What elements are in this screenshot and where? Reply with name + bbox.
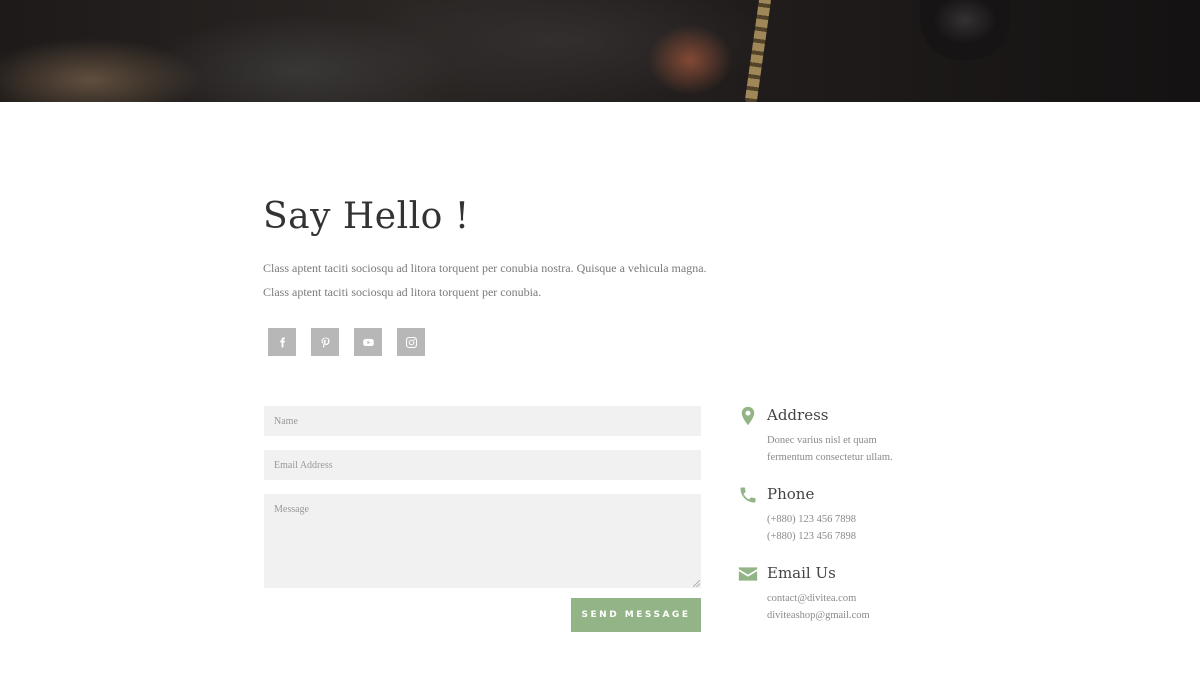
phone-heading: Phone [767,485,815,503]
facebook-icon [279,336,285,348]
hero-decor-chain [744,0,772,102]
contact-phone-block: Phone (+880) 123 456 7898 (+880) 123 456… [738,485,958,555]
intro-text: Class aptent taciti sociosqu ad litora t… [263,261,707,299]
phone-lines: (+880) 123 456 7898 (+880) 123 456 7898 [767,511,947,545]
pinterest-icon [321,336,329,348]
instagram-link[interactable] [397,328,425,356]
contact-email-block: Email Us contact@divitea.com diviteashop… [738,564,958,634]
pinterest-link[interactable] [311,328,339,356]
name-input[interactable] [264,406,701,436]
address-heading: Address [767,406,829,424]
email-lines: contact@divitea.com diviteashop@gmail.co… [767,590,947,624]
phone-icon [738,485,758,505]
message-textarea[interactable] [264,494,701,588]
send-message-button[interactable]: SEND MESSAGE [571,598,701,632]
facebook-link[interactable] [268,328,296,356]
youtube-icon [362,338,374,346]
address-lines: Donec varius nisl et quam fermentum cons… [767,432,947,466]
email-input[interactable] [264,450,701,480]
hero-decor-fabric [920,0,1010,60]
youtube-link[interactable] [354,328,382,356]
address-line-2: fermentum consectetur ullam. [767,452,893,463]
hero-banner-image [0,0,1200,102]
envelope-icon [738,564,758,584]
contact-address-block: Address Donec varius nisl et quam fermen… [738,406,958,476]
instagram-icon [405,336,417,348]
page-title: Say Hello ! [263,196,470,237]
email-line-2[interactable]: diviteashop@gmail.com [767,607,947,624]
address-line-1: Donec varius nisl et quam [767,435,877,446]
phone-line-2[interactable]: (+880) 123 456 7898 [767,528,947,545]
map-pin-icon [738,406,758,426]
email-line-1[interactable]: contact@divitea.com [767,590,947,607]
social-links [268,328,425,356]
phone-line-1[interactable]: (+880) 123 456 7898 [767,511,947,528]
textarea-resize-handle[interactable] [693,580,700,587]
email-heading: Email Us [767,564,836,582]
